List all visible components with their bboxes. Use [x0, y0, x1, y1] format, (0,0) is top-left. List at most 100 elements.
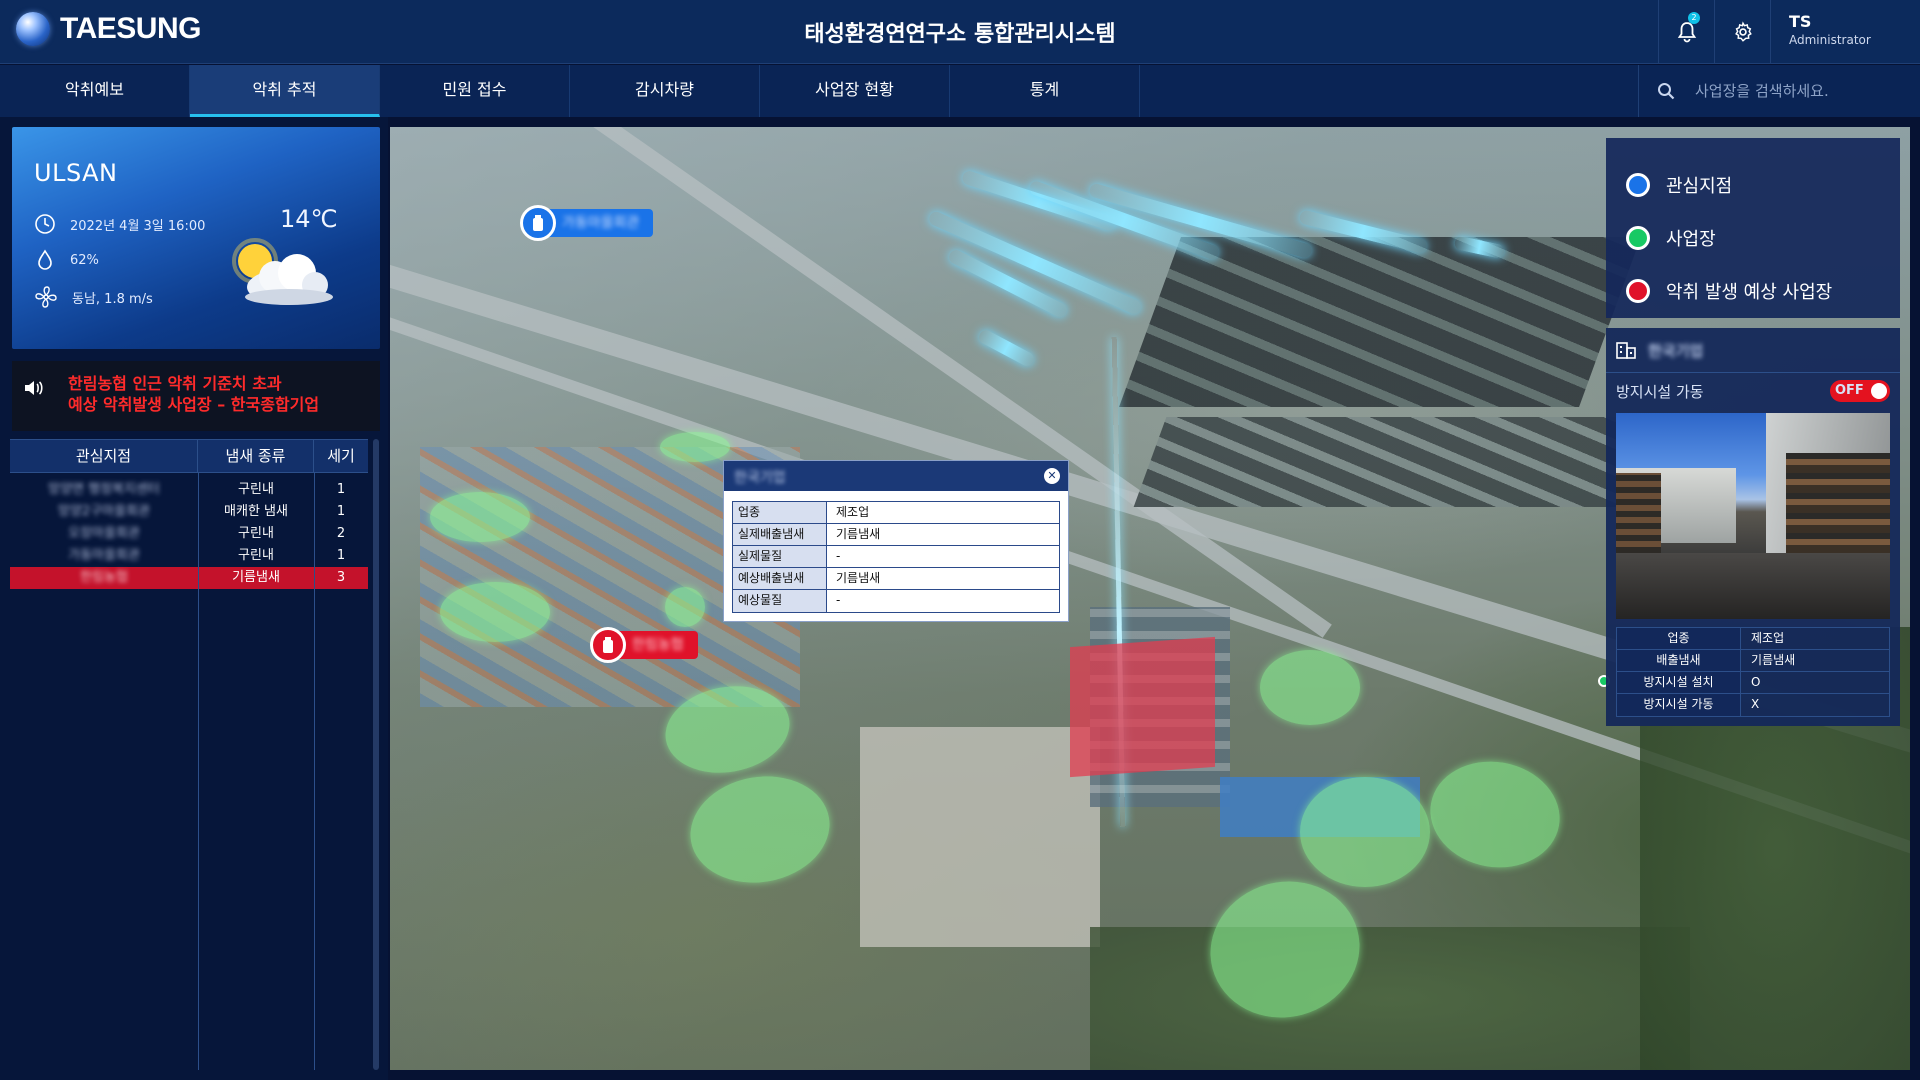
odor-plume-beam	[976, 327, 1037, 369]
business-zone[interactable]	[665, 587, 705, 627]
map-building-block	[860, 727, 1100, 947]
facility-photo	[1616, 413, 1890, 619]
building-icon	[1616, 342, 1636, 359]
odor-plume-beam	[960, 169, 1118, 233]
tab-monitoring-vehicle[interactable]: 감시차량	[570, 65, 760, 117]
facility-value: O	[1751, 675, 1761, 689]
canister-icon	[603, 637, 613, 653]
tab-complaints[interactable]: 민원 접수	[380, 65, 570, 117]
app-header: TAESUNG 태성환경연연구소 통합관리시스템 2 TS Administra…	[0, 0, 1920, 64]
legend-dot	[1626, 278, 1650, 303]
row-point: 가동마을회관	[68, 548, 140, 563]
odor-alert-banner: 한림농협 인근 악취 기준치 초과 예상 악취발생 사업장 – 한국종합기업	[12, 361, 380, 431]
legend-label: 사업장	[1666, 228, 1716, 250]
odor-table: 관심지점 냄새 종류 세기 망양면 행정복지센터 구린내 1 망양2구마을회관 …	[10, 439, 368, 1070]
business-info-popup: 한국기업 ✕ 업종 제조업 실제배출냄새 기름냄새 실제물질 - 예상배출냄새 기름냄새…	[723, 460, 1069, 622]
tab-business-status[interactable]: 사업장 현황	[760, 65, 950, 117]
facility-key: 방지시설 가동	[1617, 694, 1741, 716]
popup-key: 예상물질	[733, 590, 827, 612]
col-header-odor-type[interactable]: 냄새 종류	[198, 440, 314, 472]
map-pin-interest-point[interactable]: 가동마을회관	[520, 205, 654, 241]
row-odor-type: 기름냄새	[232, 570, 280, 585]
app-title: 태성환경연연구소 통합관리시스템	[804, 22, 1116, 47]
business-zone[interactable]	[681, 765, 839, 894]
popup-value: 기름냄새	[836, 571, 881, 585]
main-nav: 악취예보 악취 추적 민원 접수 감시차량 사업장 현황 통계	[0, 65, 1920, 117]
globe-logo-icon	[16, 12, 50, 46]
popup-value: 기름냄새	[836, 527, 881, 541]
map-pin-odor-source[interactable]: 한림농협	[590, 627, 698, 663]
col-header-level[interactable]: 세기	[314, 440, 368, 472]
logo[interactable]: TAESUNG	[16, 12, 201, 46]
row-level: 2	[336, 526, 346, 541]
row-point: 오장마을회관	[68, 526, 140, 541]
row-point: 망양면 행정복지센터	[48, 482, 160, 497]
row-odor-type: 구린내	[238, 526, 274, 541]
water-drop-icon	[38, 249, 52, 270]
row-level: 3	[336, 570, 346, 585]
logo-text: TAESUNG	[60, 12, 201, 45]
popup-key: 예상배출냄새	[733, 568, 827, 589]
row-level: 1	[336, 482, 346, 497]
popup-key: 업종	[733, 502, 827, 523]
legend-label: 악취 발생 예상 사업장	[1666, 281, 1833, 303]
gear-icon	[1734, 21, 1752, 42]
legend-item-interest-point[interactable]: 관심지점	[1626, 158, 1900, 211]
facility-key: 배출냄새	[1617, 650, 1741, 671]
legend-item-predicted-source[interactable]: 악취 발생 예상 사업장	[1626, 264, 1900, 317]
popup-value: -	[836, 593, 841, 607]
row-point: 한림농협	[80, 570, 128, 585]
search-box	[1638, 65, 1920, 117]
speaker-icon	[25, 381, 43, 395]
weather-temperature: 14℃	[280, 205, 338, 233]
col-header-point[interactable]: 관심지점	[10, 440, 198, 472]
business-zone[interactable]	[430, 492, 530, 542]
close-icon[interactable]: ✕	[1044, 468, 1060, 484]
toggle-label: OFF	[1835, 383, 1864, 398]
legend-item-business[interactable]: 사업장	[1626, 211, 1900, 264]
search-input[interactable]	[1695, 82, 1895, 100]
search-icon[interactable]	[1657, 82, 1675, 100]
notification-button[interactable]: 2	[1658, 0, 1714, 64]
row-odor-type: 구린내	[238, 482, 274, 497]
popup-key: 실제배출냄새	[733, 524, 827, 545]
notification-badge: 2	[1688, 12, 1700, 24]
map-vegetation	[1090, 927, 1690, 1070]
alert-line-2: 예상 악취발생 사업장 – 한국종합기업	[68, 395, 320, 414]
bell-icon	[1677, 22, 1696, 43]
row-point: 망양2구마을회관	[58, 504, 150, 519]
tab-statistics[interactable]: 통계	[950, 65, 1140, 117]
popup-key: 실제물질	[733, 546, 827, 567]
settings-button[interactable]	[1714, 0, 1770, 64]
weather-card: ULSAN 2022년 4월 3일 16:00 62% 동남, 1.8 m/s …	[12, 127, 380, 349]
toggle-knob	[1871, 383, 1887, 399]
user-name: TS	[1789, 12, 1812, 31]
weather-city: ULSAN	[34, 159, 118, 187]
pin-label-text: 한림농협	[632, 637, 684, 653]
map-building-block	[1133, 417, 1687, 507]
weather-humidity: 62%	[70, 252, 99, 268]
wind-fan-icon	[35, 286, 57, 308]
tab-odor-forecast[interactable]: 악취예보	[0, 65, 190, 117]
tab-odor-tracking[interactable]: 악취 추적	[190, 65, 380, 117]
business-zone[interactable]	[660, 432, 730, 462]
predicted-source-highlight[interactable]	[1070, 636, 1215, 778]
business-zone[interactable]	[1421, 751, 1569, 878]
popup-value: 제조업	[836, 505, 870, 519]
business-zone[interactable]	[1300, 777, 1430, 887]
business-zone[interactable]	[1260, 650, 1360, 725]
pin-label-text: 가동마을회관	[562, 215, 640, 231]
table-scrollbar[interactable]	[373, 439, 379, 1070]
facility-key: 업종	[1617, 628, 1741, 649]
weather-datetime: 2022년 4월 3일 16:00	[70, 218, 206, 234]
left-panel: ULSAN 2022년 4월 3일 16:00 62% 동남, 1.8 m/s …	[0, 117, 388, 1080]
prevention-label: 방지시설 가동	[1616, 382, 1704, 401]
row-odor-type: 매캐한 냄새	[224, 504, 288, 519]
canister-icon	[533, 215, 543, 231]
business-zone[interactable]	[440, 582, 550, 642]
user-menu[interactable]: TS Administrator	[1770, 0, 1920, 64]
facility-name: 한국기업	[1648, 341, 1704, 360]
prevention-toggle[interactable]: OFF	[1830, 380, 1890, 402]
weather-wind: 동남, 1.8 m/s	[72, 291, 153, 307]
popup-title: 한국기업	[734, 470, 786, 486]
